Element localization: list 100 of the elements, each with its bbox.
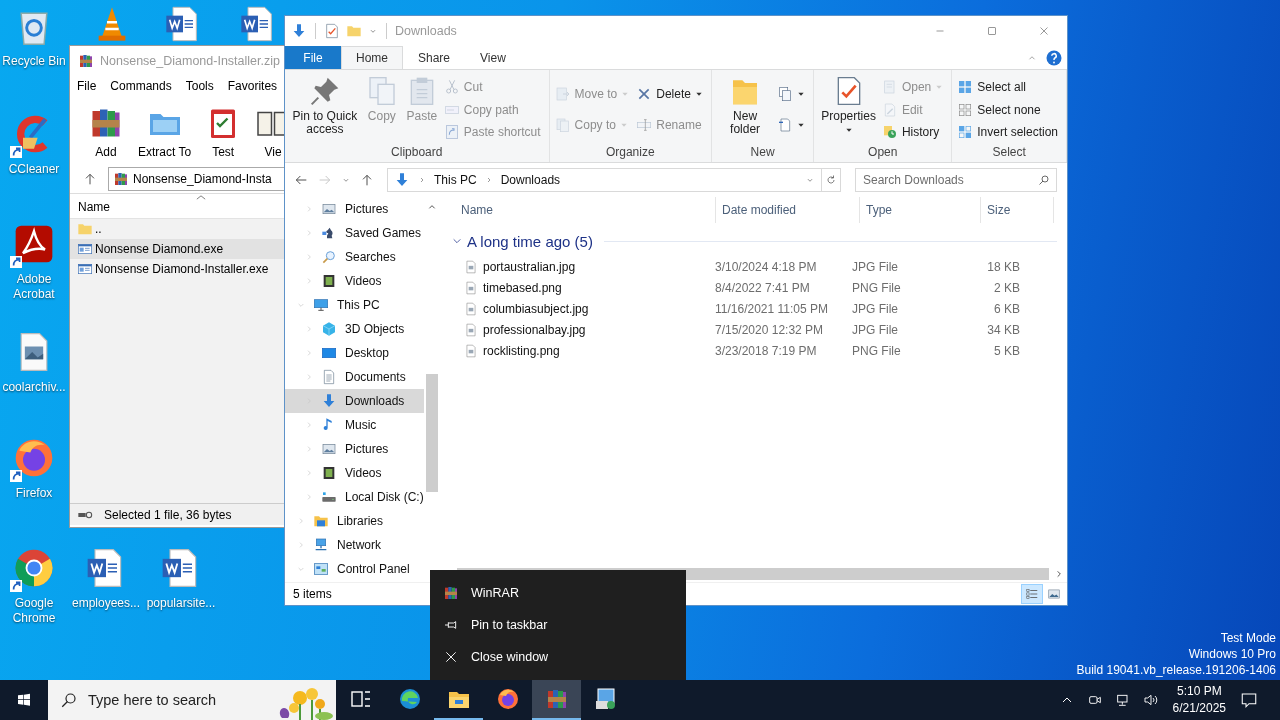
ribbon-tab[interactable]: View <box>465 46 521 69</box>
file-row[interactable]: portaustralian.jpg 3/10/2024 4:18 PM JPG File 18 KB <box>440 256 1067 277</box>
refresh-button[interactable] <box>821 168 841 192</box>
ribbon-button[interactable]: Delete <box>636 83 706 106</box>
nav-item[interactable]: Pictures <box>285 437 424 461</box>
group-label: Open <box>867 144 899 161</box>
toolbar-button[interactable]: Test <box>205 105 242 159</box>
chevron-icon <box>418 176 426 184</box>
address-bar[interactable]: This PC Downloads <box>387 168 822 192</box>
nav-item[interactable]: Searches <box>285 245 424 269</box>
nav-item[interactable]: Downloads <box>285 389 424 413</box>
view-button[interactable] <box>1021 584 1043 604</box>
menu-item[interactable]: Commands <box>110 79 172 93</box>
toolbar-button[interactable]: Vie <box>255 105 285 159</box>
sort-caret-icon <box>196 195 206 200</box>
notification-icon[interactable] <box>1240 691 1258 709</box>
ribbon-button[interactable]: Invert selection <box>957 121 1061 144</box>
clock-date[interactable]: 6/21/2025 <box>1172 700 1226 717</box>
ribbon-button[interactable]: History <box>881 121 947 144</box>
search-icon <box>1038 174 1050 186</box>
nav-item[interactable]: Videos <box>285 461 424 485</box>
status-text: 5 items <box>293 587 332 601</box>
group-label: New <box>749 144 776 161</box>
address-field[interactable]: Nonsense_Diamond-Insta <box>108 166 285 191</box>
volume-icon[interactable] <box>1142 692 1159 708</box>
status-text: Selected 1 file, 36 bytes <box>104 507 232 522</box>
column-header[interactable]: Date modified <box>716 197 860 223</box>
menu-item[interactable]: File <box>77 79 97 93</box>
pin-icon <box>308 75 341 107</box>
refresh-icon <box>824 174 837 186</box>
system-info-text: Windows 10 Pro <box>1188 646 1276 662</box>
clock-time[interactable]: 5:10 PM <box>1176 683 1222 700</box>
search-field[interactable]: Search Downloads <box>855 168 1057 192</box>
group-header[interactable]: A long time ago (5) <box>467 232 593 250</box>
rename-icon <box>636 116 653 133</box>
ribbon-button[interactable]: Pin to Quick access <box>290 75 360 136</box>
file-row[interactable]: rocklisting.png 3/23/2018 7:19 PM PNG File 5 KB <box>440 340 1067 361</box>
nav-item[interactable]: 3D Objects <box>285 317 424 341</box>
close-icon <box>443 649 459 665</box>
menu-item[interactable]: Close window <box>430 641 686 673</box>
file-row[interactable]: Nonsense Diamond.exe <box>70 239 285 259</box>
breadcrumb[interactable]: Downloads <box>500 173 561 187</box>
window-title: Downloads <box>395 24 457 38</box>
new-item-icon <box>777 86 794 103</box>
image-file-icon <box>464 343 478 358</box>
program-icon <box>77 261 93 277</box>
installer-icon <box>593 687 618 711</box>
search-icon <box>60 691 78 709</box>
scroll-right-icon[interactable] <box>1055 570 1063 578</box>
ribbon-button[interactable]: Properties <box>819 75 878 134</box>
film-icon <box>321 273 337 289</box>
taskbar-search-field[interactable]: Type here to search <box>48 680 336 720</box>
nav-item[interactable]: Local Disk (C:) <box>285 485 424 509</box>
column-header[interactable]: Type <box>860 197 981 223</box>
ribbon-button[interactable]: Select none <box>957 98 1061 121</box>
ribbon-tab[interactable]: Share <box>403 46 466 69</box>
file-row[interactable]: timebased.png 8/4/2022 7:41 PM PNG File 2 KB <box>440 277 1067 298</box>
browser-icon <box>495 687 520 711</box>
properties-icon[interactable] <box>324 23 340 39</box>
nav-item[interactable]: Saved Games <box>285 221 424 245</box>
file-row[interactable]: Nonsense Diamond-Installer.exe <box>70 259 285 279</box>
browser-icon <box>397 687 422 711</box>
file-tab[interactable]: File <box>285 46 341 69</box>
network-icon[interactable] <box>1114 692 1131 708</box>
nav-item[interactable]: This PC <box>285 293 424 317</box>
nav-item[interactable]: Videos <box>285 269 424 293</box>
menu-item[interactable]: Pin to taskbar <box>430 609 686 641</box>
toolbar-button[interactable]: Add <box>88 105 124 159</box>
ribbon-button[interactable]: New folder <box>716 75 774 136</box>
scroll-up-icon[interactable] <box>428 203 436 211</box>
help-icon[interactable] <box>1045 48 1063 67</box>
column-header[interactable]: Name <box>70 194 285 219</box>
nav-item[interactable]: Documents <box>285 365 424 389</box>
nav-item[interactable]: Control Panel <box>285 557 424 581</box>
file-row[interactable]: professionalbay.jpg 7/15/2020 12:32 PM JPG File 34 KB <box>440 319 1067 340</box>
close-icon <box>1038 25 1050 37</box>
ribbon-button[interactable]: Select all <box>957 75 1061 98</box>
ribbon-tab[interactable]: Home <box>341 46 403 69</box>
grid-icon <box>957 101 974 118</box>
chevron-icon[interactable] <box>452 236 462 246</box>
toolbar-button[interactable]: Extract To <box>138 105 192 159</box>
menu-item[interactable]: WinRAR <box>430 577 686 609</box>
file-row[interactable]: .. <box>70 219 285 239</box>
network-icon <box>313 537 329 553</box>
group-label: Organize <box>604 144 656 161</box>
system-info-text: Build 19041.vb_release.191206-1406 <box>1076 662 1276 678</box>
image-file-icon <box>464 259 478 274</box>
nav-item[interactable]: Desktop <box>285 341 424 365</box>
breadcrumb[interactable]: This PC <box>434 173 477 187</box>
column-header[interactable]: Size <box>981 197 1054 223</box>
file-row[interactable]: columbiasubject.jpg 11/16/2021 11:05 PM JPG File 6 KB <box>440 298 1067 319</box>
nav-item[interactable]: Libraries <box>285 509 424 533</box>
nav-item[interactable]: Network <box>285 533 424 557</box>
scroll-thumb[interactable] <box>426 374 438 492</box>
column-header[interactable]: Name <box>455 197 716 223</box>
menu-item[interactable]: Favorites <box>227 79 278 93</box>
menu-item[interactable]: Tools <box>185 79 214 93</box>
history-icon <box>881 124 898 141</box>
nav-item[interactable]: Pictures <box>285 197 424 221</box>
nav-item[interactable]: Music <box>285 413 424 437</box>
